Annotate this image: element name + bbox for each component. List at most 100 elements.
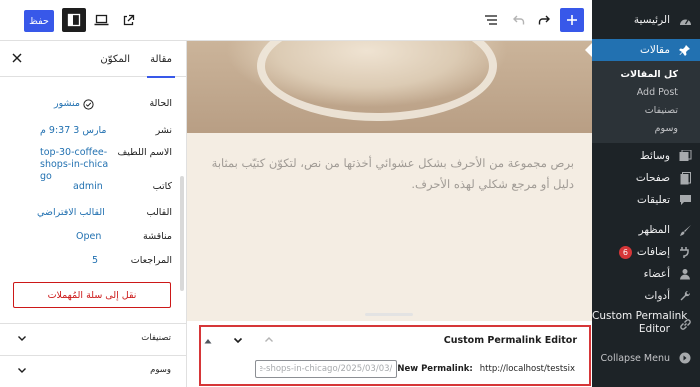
menu-label: إضافات xyxy=(636,246,670,258)
panel-label: وسوم xyxy=(150,365,171,375)
toggle-panel-button[interactable] xyxy=(202,335,214,347)
menu-plugins[interactable]: 6 إضافات xyxy=(592,241,700,263)
menu-media[interactable]: وسائط xyxy=(592,145,700,167)
metabox-resize-handle[interactable] xyxy=(365,313,413,316)
template-value[interactable]: القالب الافتراضي xyxy=(37,207,105,219)
laptop-icon xyxy=(94,14,108,26)
menu-label: صفحات xyxy=(635,172,670,184)
chevron-down-icon xyxy=(18,336,26,341)
caret-up-icon xyxy=(204,339,212,344)
collapse-menu-button[interactable]: Collapse Menu xyxy=(592,347,700,369)
permalink-input[interactable] xyxy=(255,360,398,378)
sidebar-tabs: مقالة المكوّن xyxy=(0,41,186,78)
submenu-add-post[interactable]: Add Post xyxy=(592,83,700,101)
paintbrush-icon xyxy=(678,223,692,237)
menu-label: المظهر xyxy=(638,224,670,236)
tab-block[interactable]: المكوّن xyxy=(100,41,130,77)
sidebar-icon xyxy=(67,13,81,27)
chevron-up-icon xyxy=(265,337,273,342)
media-icon xyxy=(678,149,692,163)
redo-icon xyxy=(538,15,550,24)
list-view-icon xyxy=(485,15,497,25)
move-down-button[interactable] xyxy=(232,334,244,346)
menu-label-line2: Editor xyxy=(638,323,670,335)
pin-icon xyxy=(678,43,692,57)
menu-label-line1: Custom Permalink xyxy=(592,310,688,322)
menu-label: أعضاء xyxy=(643,268,670,280)
move-up-button[interactable] xyxy=(263,334,275,346)
sidebar-scrollbar[interactable] xyxy=(180,176,184,291)
submenu-all-posts[interactable]: كل المقالات xyxy=(592,65,700,83)
author-value[interactable]: admin xyxy=(73,181,103,193)
close-sidebar-button[interactable] xyxy=(12,52,22,66)
panel-categories[interactable]: تصنيفات xyxy=(0,323,186,353)
cafe-table-image xyxy=(257,41,497,121)
menu-label: أدوات xyxy=(644,290,670,302)
move-to-trash-button[interactable]: نقل إلى سلة المُهملات xyxy=(13,282,171,308)
panel-label: تصنيفات xyxy=(141,333,171,343)
posts-submenu: كل المقالات Add Post تصنيفات وسوم xyxy=(592,61,700,143)
featured-image[interactable] xyxy=(187,41,592,133)
property-label: الحالة xyxy=(149,98,172,109)
property-label: الاسم اللطيف xyxy=(117,147,172,158)
custom-permalink-metabox: Custom Permalink Editor New Permalink: h… xyxy=(199,325,591,386)
submenu-categories[interactable]: تصنيفات xyxy=(592,101,700,119)
preview-device-button[interactable] xyxy=(89,8,113,32)
pages-icon xyxy=(678,171,692,185)
menu-comments[interactable]: تعليقات xyxy=(592,189,700,211)
property-label: المراجعات xyxy=(130,255,172,266)
menu-custom-permalink-editor[interactable]: Custom Permalink Editor xyxy=(592,307,700,341)
plus-icon xyxy=(567,15,577,25)
discussion-value[interactable]: Open xyxy=(76,231,101,243)
chevron-down-icon xyxy=(18,368,26,373)
property-label: كاتب xyxy=(152,181,172,192)
status-text: منشور xyxy=(54,98,80,109)
menu-separator xyxy=(592,211,700,219)
save-button[interactable]: حفظ xyxy=(24,10,54,32)
menu-label: وسائط xyxy=(640,150,670,162)
check-circle-icon xyxy=(83,98,94,110)
submenu-tags[interactable]: وسوم xyxy=(592,119,700,137)
property-label: القالب xyxy=(146,207,172,218)
external-link-icon xyxy=(123,14,134,25)
comment-icon xyxy=(678,193,692,207)
menu-tools[interactable]: أدوات xyxy=(592,285,700,307)
plugin-icon xyxy=(678,245,692,259)
panel-tags[interactable]: وسوم xyxy=(0,355,186,385)
menu-label: الرئيسية xyxy=(633,14,670,26)
menu-posts[interactable]: مقالات xyxy=(592,39,700,61)
view-post-button[interactable] xyxy=(116,8,140,32)
settings-sidebar-toggle-button[interactable] xyxy=(62,8,86,32)
slug-value[interactable]: top-30-coffee-shops-in-chicago xyxy=(40,147,112,183)
editor-canvas[interactable]: برص مجموعة من الأحرف بشكل عشوائي أخذتها … xyxy=(187,41,592,321)
block-inserter-button[interactable] xyxy=(560,8,584,32)
menu-pages[interactable]: صفحات xyxy=(592,167,700,189)
menu-label: مقالات xyxy=(639,44,670,56)
editor-toolbar: حفظ xyxy=(0,0,592,41)
menu-dashboard[interactable]: الرئيسية xyxy=(592,9,700,31)
menu-appearance[interactable]: المظهر xyxy=(592,219,700,241)
close-icon xyxy=(12,53,22,63)
wrench-icon xyxy=(678,289,692,303)
property-label: مناقشة xyxy=(143,231,172,242)
plugins-update-badge: 6 xyxy=(618,245,632,259)
redo-button[interactable] xyxy=(532,8,556,32)
menu-label: تعليقات xyxy=(636,194,670,206)
revisions-value[interactable]: 5 xyxy=(92,255,98,267)
user-icon xyxy=(678,267,692,281)
dashboard-icon xyxy=(678,13,692,27)
document-overview-button[interactable] xyxy=(479,8,503,32)
menu-users[interactable]: أعضاء xyxy=(592,263,700,285)
admin-menu: الرئيسية مقالات كل المقالات Add Post تصن… xyxy=(592,0,700,387)
publish-date-value[interactable]: مارس 3 9:37 م xyxy=(40,125,107,137)
collapse-icon xyxy=(678,351,692,365)
paragraph-block[interactable]: برص مجموعة من الأحرف بشكل عشوائي أخذتها … xyxy=(204,153,574,195)
status-value[interactable]: منشور xyxy=(54,98,94,110)
metabox-title: Custom Permalink Editor xyxy=(443,335,577,346)
permalink-row: New Permalink: http://localhost/testsix xyxy=(255,360,575,378)
link-icon xyxy=(678,317,692,331)
permalink-label: New Permalink: xyxy=(397,364,473,374)
undo-button[interactable] xyxy=(506,8,530,32)
tab-post[interactable]: مقالة xyxy=(147,41,175,78)
menu-separator xyxy=(592,31,700,39)
